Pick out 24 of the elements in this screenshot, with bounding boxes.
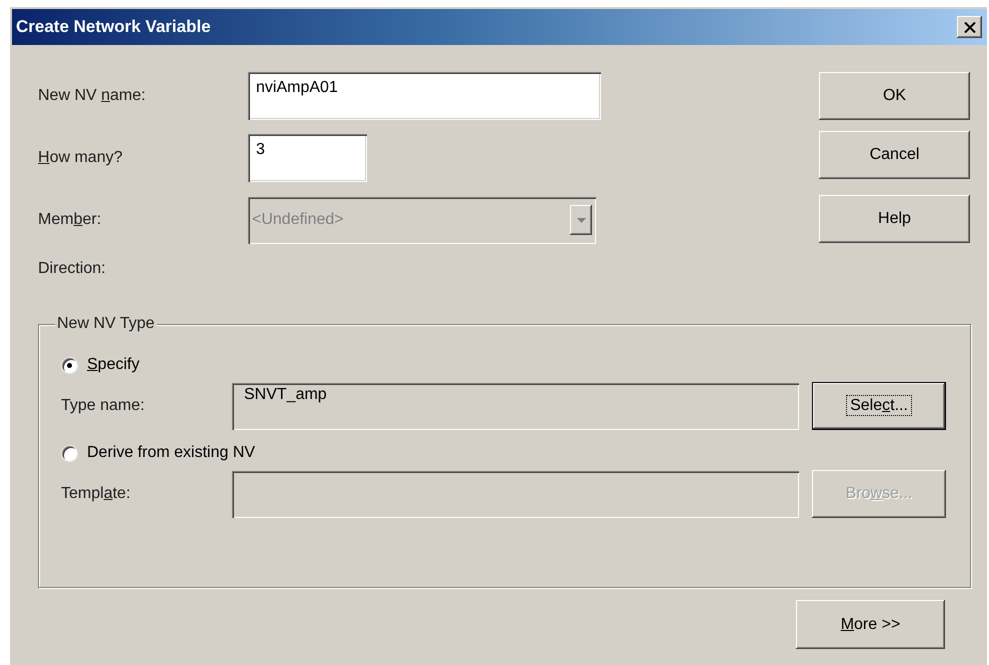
text-field[interactable]: SNVT_amp <box>232 382 799 430</box>
field-label: Type name: <box>61 397 146 415</box>
text-field[interactable] <box>232 470 799 518</box>
field-label: New NV name: <box>38 87 147 105</box>
radio-button[interactable] <box>61 356 78 374</box>
text-input[interactable]: nviAmpA01 <box>248 72 601 120</box>
radio-label[interactable]: Derive from existing NV <box>87 444 256 462</box>
button[interactable]: Help <box>819 195 970 243</box>
field-label: How many? <box>38 149 124 167</box>
field-label: Member: <box>38 211 102 229</box>
field-label: Template: <box>61 485 132 503</box>
radio-button[interactable] <box>61 444 78 462</box>
dropdown-arrow-icon <box>576 218 586 222</box>
text-input[interactable]: 3 <box>248 134 367 182</box>
button[interactable]: Select... <box>812 382 946 430</box>
button[interactable]: OK <box>819 72 970 120</box>
close-button[interactable] <box>957 16 982 38</box>
group-title: New NV Type <box>55 315 157 333</box>
radio-label[interactable]: Specify <box>87 356 140 374</box>
close-icon <box>964 22 976 32</box>
window-title: Create Network Variable <box>16 17 211 37</box>
field-label: Direction: <box>38 260 107 278</box>
button[interactable]: Cancel <box>819 131 970 179</box>
button[interactable]: More >> <box>796 600 945 649</box>
